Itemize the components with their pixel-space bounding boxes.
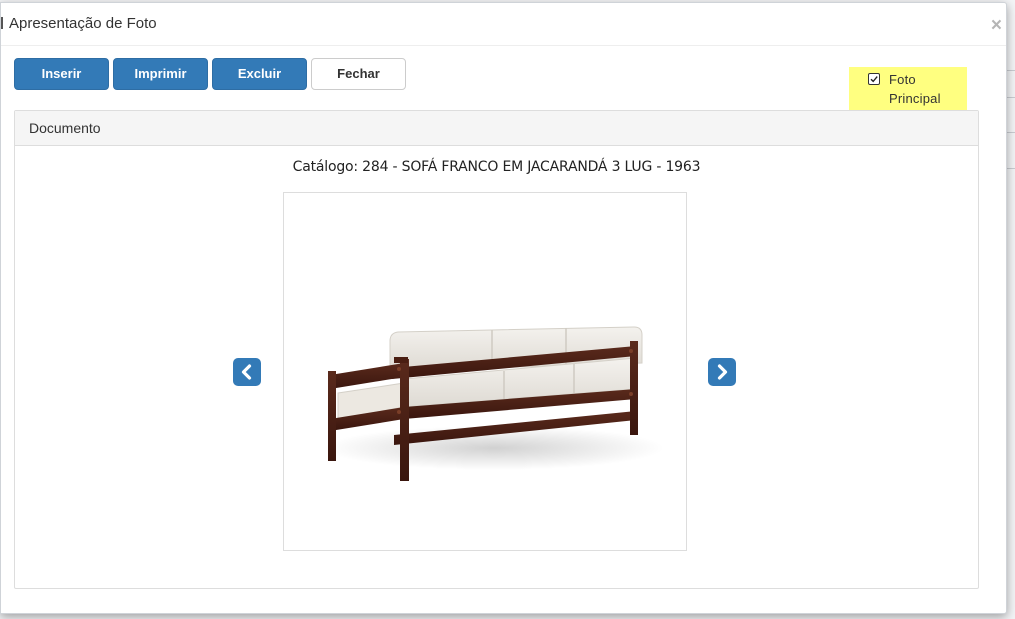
close-icon[interactable]: × — [991, 16, 1002, 36]
catalog-caption: Catálogo: 284 - SOFÁ FRANCO EM JACARANDÁ… — [292, 159, 701, 175]
imprimir-button[interactable]: Imprimir — [113, 58, 208, 90]
inserir-button[interactable]: Inserir — [14, 58, 109, 90]
modal-title: Apresentação de Foto — [9, 15, 157, 32]
photo-modal: Apresentação de Foto × Inserir Imprimir … — [0, 2, 1007, 614]
foto-principal-checkbox[interactable] — [868, 73, 880, 85]
excluir-button[interactable]: Excluir — [212, 58, 307, 90]
foto-principal-label: Foto Principal — [889, 72, 941, 106]
chevron-left-icon — [241, 364, 252, 380]
modal-header: Apresentação de Foto × — [1, 3, 1006, 46]
next-photo-button[interactable] — [708, 358, 736, 386]
foto-principal-toggle[interactable]: Foto Principal — [849, 67, 967, 112]
sofa-image — [324, 326, 664, 481]
chevron-right-icon — [717, 364, 728, 380]
previous-photo-button[interactable] — [233, 358, 261, 386]
document-panel: Documento Catálogo: 284 - SOFÁ FRANCO EM… — [14, 110, 979, 589]
header-edge-mark — [1, 17, 3, 29]
check-icon — [870, 76, 878, 83]
fechar-button[interactable]: Fechar — [311, 58, 406, 90]
panel-title: Documento — [29, 120, 101, 136]
photo-frame — [283, 192, 687, 551]
panel-heading: Documento — [15, 111, 978, 146]
